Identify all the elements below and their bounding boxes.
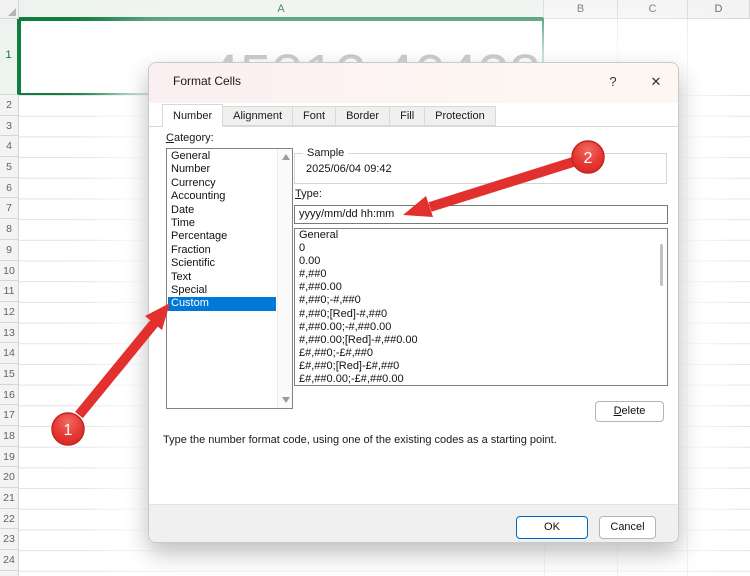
row-header[interactable]: 8 <box>0 219 19 240</box>
category-item[interactable]: Time <box>168 217 276 230</box>
row-header[interactable]: 25 <box>0 571 19 576</box>
type-code-item[interactable]: #,##0.00 <box>295 281 667 294</box>
type-code-item[interactable]: £#,##0.00;-£#,##0.00 <box>295 373 667 386</box>
category-item[interactable]: General <box>168 150 276 163</box>
type-code-item[interactable]: 0.00 <box>295 255 667 268</box>
category-item[interactable]: Fraction <box>168 244 276 257</box>
row-header-1[interactable]: 1 <box>0 19 19 95</box>
type-code-item[interactable]: General <box>295 229 667 242</box>
row-header[interactable]: 17 <box>0 405 19 426</box>
row-header[interactable]: 2 <box>0 95 19 116</box>
format-cells-dialog: Format Cells ? ✕ NumberAlignmentFontBord… <box>148 62 679 543</box>
category-item[interactable]: Special <box>168 284 276 297</box>
dialog-close-button[interactable]: ✕ <box>643 71 669 93</box>
column-header-b[interactable]: B <box>544 0 618 19</box>
screen: A B C D 1 234567891011121314151617181920… <box>0 0 750 576</box>
column-header-d[interactable]: D <box>688 0 750 19</box>
select-all-triangle-icon <box>8 8 16 16</box>
dialog-tab[interactable]: Font <box>292 106 336 126</box>
scroll-up-icon[interactable] <box>282 154 290 160</box>
column-header-c[interactable]: C <box>618 0 688 19</box>
category-item[interactable]: Scientific <box>168 257 276 270</box>
row-header[interactable]: 6 <box>0 178 19 199</box>
row-headers: 2345678910111213141516171819202122232425 <box>0 95 19 576</box>
type-label: Type: <box>295 188 322 200</box>
row-header[interactable]: 23 <box>0 529 19 550</box>
scroll-down-icon[interactable] <box>282 397 290 403</box>
dialog-titlebar[interactable]: Format Cells ? ✕ <box>149 63 678 103</box>
dialog-title: Format Cells <box>173 74 241 88</box>
category-scrollbar[interactable] <box>277 149 292 408</box>
type-code-item[interactable]: £#,##0;[Red]-£#,##0 <box>295 360 667 373</box>
dialog-help-button[interactable]: ? <box>600 71 626 93</box>
category-item[interactable]: Number <box>168 163 276 176</box>
category-item[interactable]: Accounting <box>168 190 276 203</box>
cancel-button[interactable]: Cancel <box>599 516 656 539</box>
category-listbox[interactable]: GeneralNumberCurrencyAccountingDateTimeP… <box>166 148 293 409</box>
row-header[interactable]: 24 <box>0 550 19 571</box>
type-code-input[interactable]: yyyy/mm/dd hh:mm <box>294 205 668 224</box>
row-header[interactable]: 14 <box>0 343 19 364</box>
row-header[interactable]: 10 <box>0 261 19 282</box>
type-code-item[interactable]: #,##0;-#,##0 <box>295 294 667 307</box>
type-code-item[interactable]: #,##0;[Red]-#,##0 <box>295 308 667 321</box>
category-label: Category: <box>166 132 214 144</box>
row-header[interactable]: 9 <box>0 240 19 261</box>
dialog-help-text: Type the number format code, using one o… <box>163 434 668 446</box>
row-header[interactable]: 11 <box>0 281 19 302</box>
row-header[interactable]: 18 <box>0 426 19 447</box>
type-code-item[interactable]: #,##0.00;-#,##0.00 <box>295 321 667 334</box>
dialog-tab[interactable]: Fill <box>389 106 425 126</box>
row-header[interactable]: 3 <box>0 116 19 137</box>
row-header[interactable]: 15 <box>0 364 19 385</box>
sample-value: 2025/06/04 09:42 <box>306 163 392 175</box>
row-header[interactable]: 5 <box>0 157 19 178</box>
column-header-a[interactable]: A <box>19 0 544 19</box>
type-code-item[interactable]: #,##0 <box>295 268 667 281</box>
row-header[interactable]: 13 <box>0 323 19 344</box>
type-code-item[interactable]: £#,##0;-£#,##0 <box>295 347 667 360</box>
category-item[interactable]: Date <box>168 204 276 217</box>
grid-line-vertical <box>687 19 688 576</box>
type-code-item[interactable]: #,##0.00;[Red]-#,##0.00 <box>295 334 667 347</box>
dialog-tab[interactable]: Border <box>335 106 390 126</box>
dialog-footer: OK Cancel <box>149 504 678 542</box>
category-item[interactable]: Currency <box>168 177 276 190</box>
row-header[interactable]: 22 <box>0 509 19 530</box>
type-code-listbox[interactable]: General00.00#,##0#,##0.00#,##0;-#,##0#,#… <box>294 228 668 386</box>
row-header[interactable]: 12 <box>0 302 19 323</box>
sample-label: Sample <box>303 147 348 159</box>
ok-button[interactable]: OK <box>516 516 588 539</box>
type-code-item[interactable]: 0 <box>295 242 667 255</box>
dialog-tab[interactable]: Protection <box>424 106 496 126</box>
dialog-tabs: NumberAlignmentFontBorderFillProtection <box>149 104 678 127</box>
delete-button[interactable]: Delete <box>595 401 664 422</box>
row-header[interactable]: 16 <box>0 385 19 406</box>
type-code-items: General00.00#,##0#,##0.00#,##0;-#,##0#,#… <box>295 229 667 386</box>
type-list-scrollbar[interactable] <box>660 244 663 286</box>
category-items: GeneralNumberCurrencyAccountingDateTimeP… <box>168 150 276 407</box>
row-header[interactable]: 7 <box>0 198 19 219</box>
category-item[interactable]: Percentage <box>168 230 276 243</box>
category-item[interactable]: Text <box>168 271 276 284</box>
row-header[interactable]: 20 <box>0 467 19 488</box>
dialog-tab[interactable]: Number <box>162 104 223 127</box>
dialog-tab[interactable]: Alignment <box>222 106 293 126</box>
sample-groupbox: Sample 2025/06/04 09:42 <box>294 153 667 184</box>
row-header[interactable]: 21 <box>0 488 19 509</box>
select-all-button[interactable] <box>0 0 19 19</box>
category-item[interactable]: Custom <box>168 297 276 310</box>
row-header[interactable]: 19 <box>0 447 19 468</box>
row-header[interactable]: 4 <box>0 136 19 157</box>
